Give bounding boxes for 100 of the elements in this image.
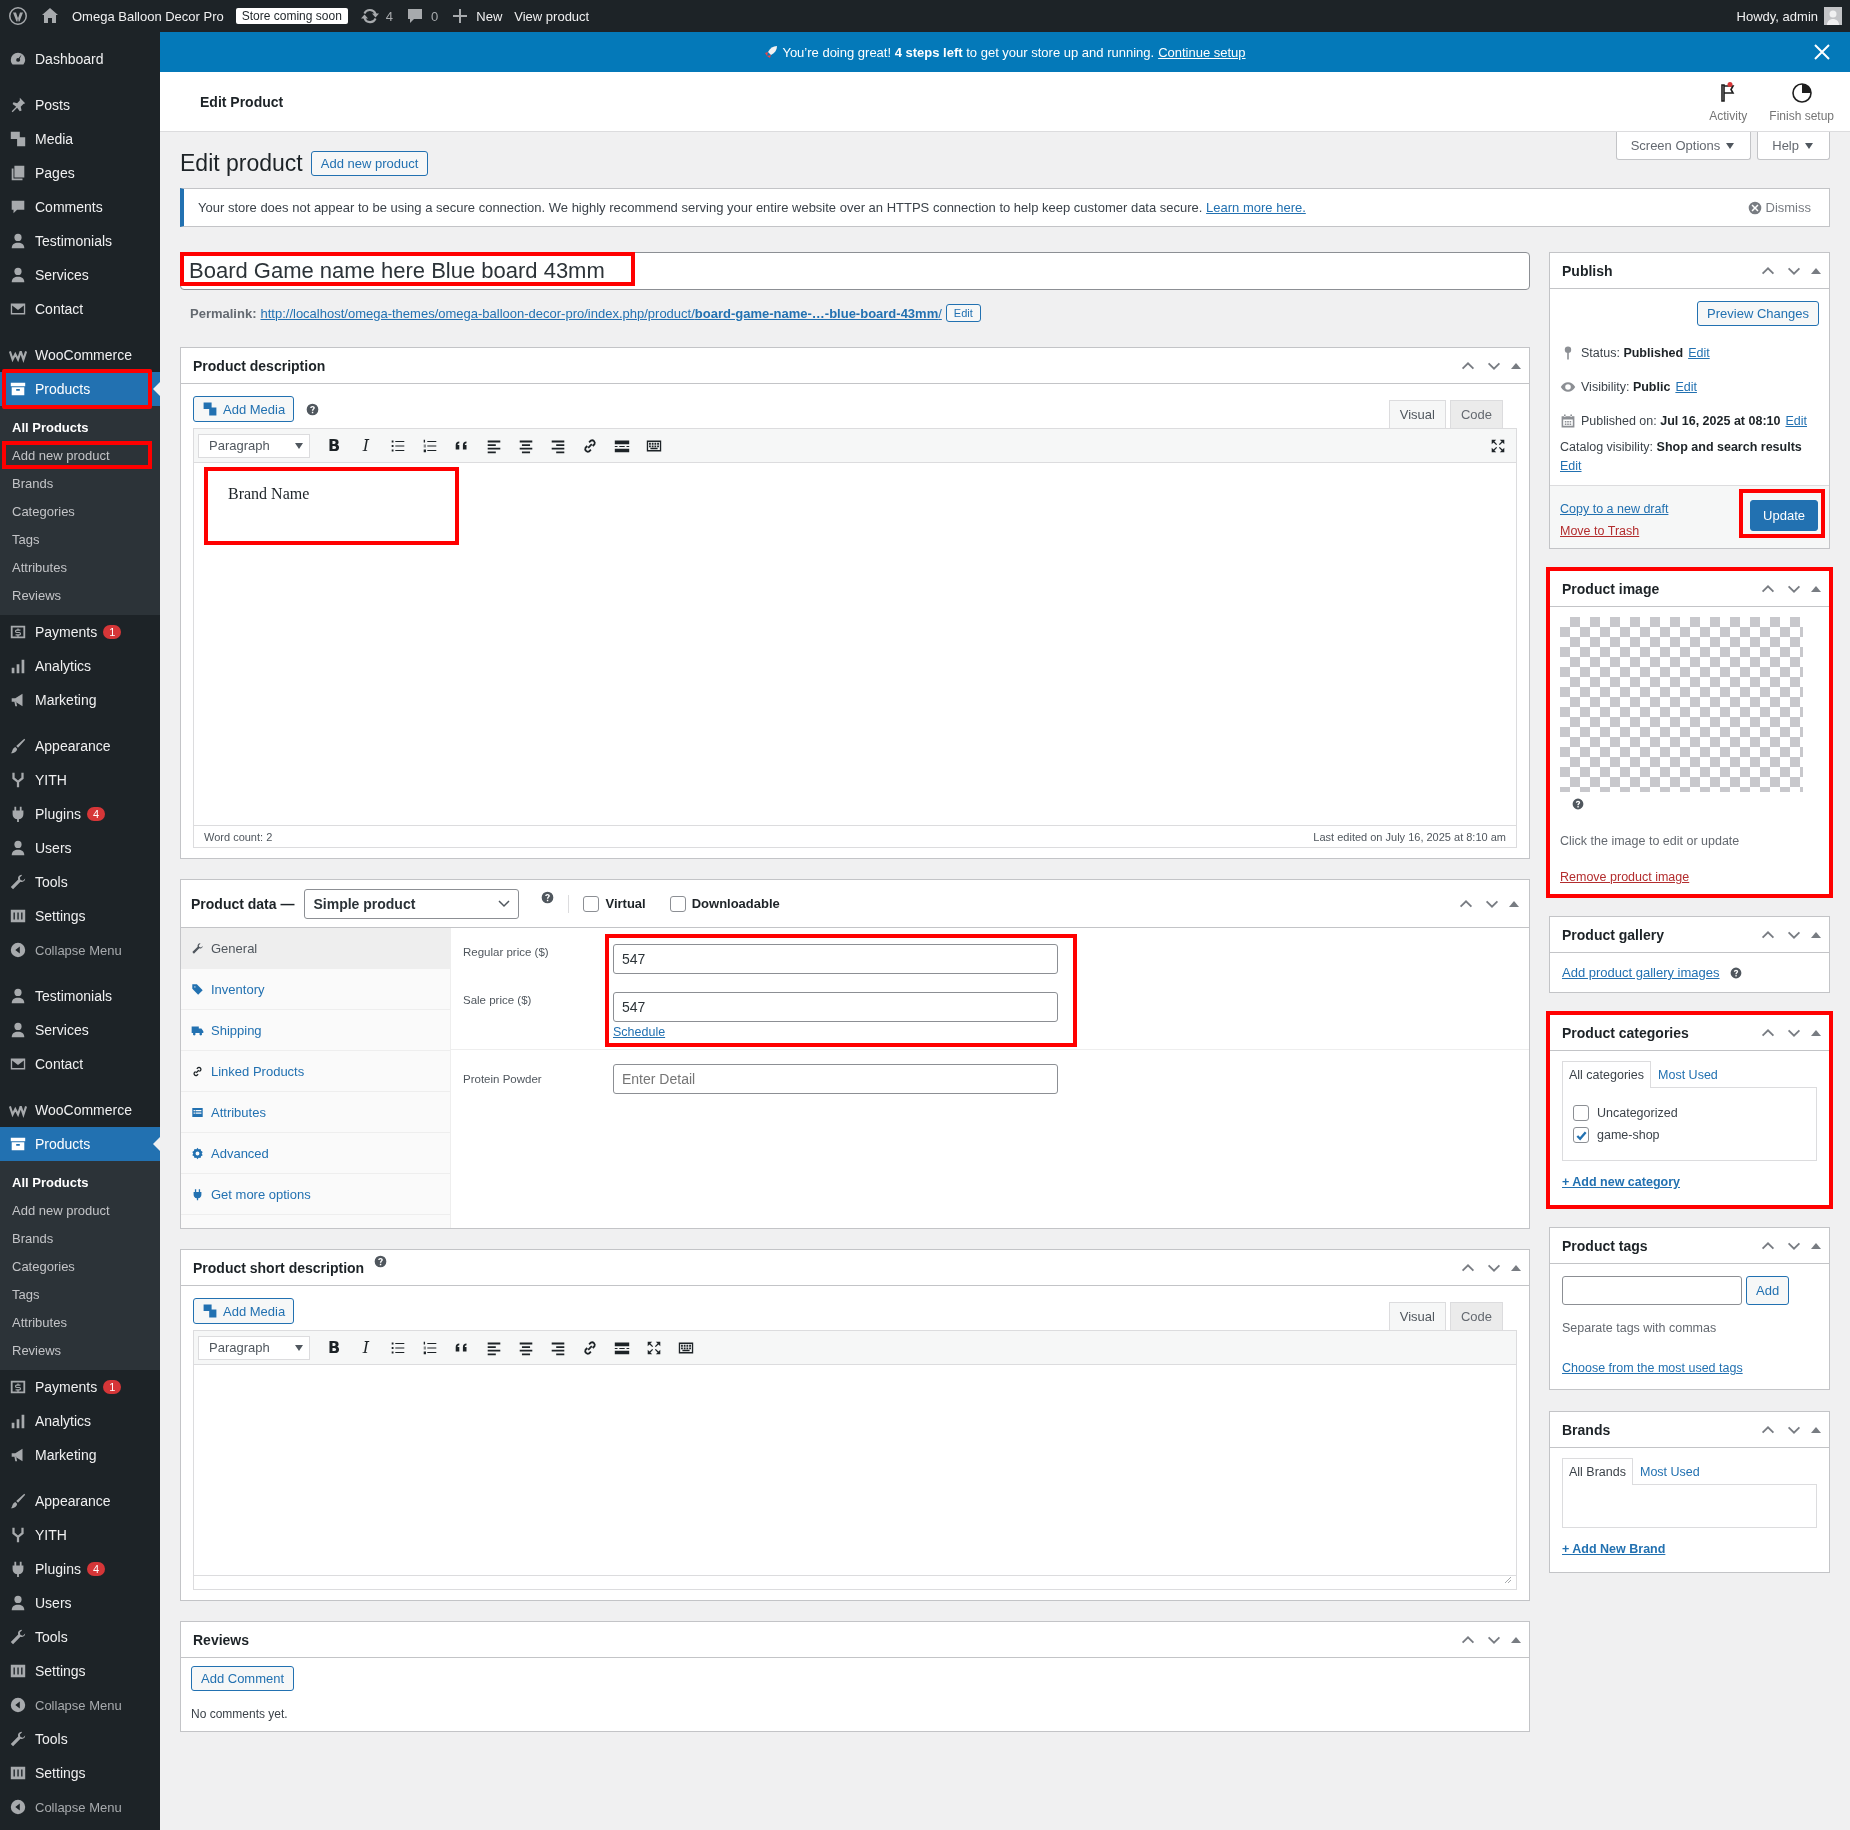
menu-item[interactable]: Contact <box>0 1047 160 1081</box>
menu-item[interactable]: Users <box>0 831 160 865</box>
price-input[interactable]: 547 <box>613 944 1058 974</box>
move-to-trash-link[interactable]: Move to Trash <box>1560 524 1669 538</box>
product-data-tab[interactable]: Inventory <box>181 969 450 1010</box>
menu-item[interactable]: Payments 1 <box>0 615 160 649</box>
menu-item[interactable]: Testimonials <box>0 979 160 1013</box>
add-category-link[interactable]: + Add new category <box>1562 1175 1680 1189</box>
menu-item[interactable]: Settings <box>0 1756 160 1790</box>
submenu-item[interactable]: Categories <box>0 1252 160 1280</box>
edit-link[interactable]: Edit <box>1675 380 1697 394</box>
editor-tab[interactable]: Code <box>1449 400 1503 428</box>
checkbox[interactable] <box>669 895 686 912</box>
product-data-tab[interactable]: Shipping <box>181 1010 450 1051</box>
menu-item[interactable]: Dashboard <box>0 42 160 76</box>
submenu-item[interactable]: All Products <box>0 413 160 441</box>
submenu-item[interactable]: Reviews <box>0 1336 160 1364</box>
menu-item[interactable]: YITH <box>0 763 160 797</box>
header-action-button[interactable]: Activity <box>1703 80 1754 123</box>
continue-setup-link[interactable]: Continue setup <box>1158 44 1246 60</box>
add-comment-button[interactable]: Add Comment <box>191 1666 295 1691</box>
submenu-item[interactable]: Tags <box>0 1280 160 1308</box>
add-media-button[interactable]: Add Media <box>193 1298 295 1324</box>
product-data-tab[interactable]: General <box>181 928 450 969</box>
submenu-item[interactable]: Add new product <box>0 1196 160 1224</box>
remove-image-link[interactable]: Remove product image <box>1560 870 1690 884</box>
add-tag-button[interactable]: Add <box>1746 1276 1790 1305</box>
edit-link[interactable]: Edit <box>1785 414 1807 428</box>
panel-tab[interactable]: All categories <box>1562 1061 1652 1088</box>
most-used-tags-link[interactable]: Choose from the most used tags <box>1562 1361 1743 1375</box>
menu-item[interactable]: Products <box>0 372 160 406</box>
menu-item[interactable]: Contact <box>0 292 160 326</box>
submenu-item[interactable]: Attributes <box>0 553 160 581</box>
panel-tab[interactable]: All Brands <box>1562 1458 1633 1485</box>
menu-item[interactable]: YITH <box>0 1518 160 1552</box>
submenu-item[interactable]: Add new product <box>0 441 160 469</box>
checkbox[interactable] <box>1573 1105 1589 1121</box>
menu-item[interactable]: Tools <box>0 865 160 899</box>
submenu-item[interactable]: Brands <box>0 469 160 497</box>
menu-item[interactable]: Marketing <box>0 683 160 717</box>
refresh-icon[interactable] <box>359 6 380 26</box>
submenu-item[interactable]: Attributes <box>0 1308 160 1336</box>
submenu-item[interactable]: Categories <box>0 497 160 525</box>
collapse-menu-button[interactable]: Collapse Menu <box>0 1790 160 1824</box>
menu-item[interactable]: Testimonials <box>0 224 160 258</box>
title-field[interactable]: Board Game name here Blue board 43mm <box>180 252 1530 290</box>
submenu-item[interactable]: Brands <box>0 1224 160 1252</box>
edit-link[interactable]: Edit <box>1560 459 1582 473</box>
checkbox[interactable] <box>1573 1127 1589 1143</box>
italic-button[interactable]: I <box>352 431 380 460</box>
menu-item[interactable]: Comments <box>0 190 160 224</box>
menu-item[interactable]: Services <box>0 1013 160 1047</box>
menu-item[interactable]: Appearance <box>0 729 160 763</box>
menu-item[interactable]: Tools <box>0 1620 160 1654</box>
resize-grip-icon[interactable] <box>1504 1576 1512 1584</box>
tag-input[interactable] <box>1562 1276 1742 1305</box>
menu-item[interactable]: Plugins 4 <box>0 797 160 831</box>
menu-item[interactable]: Pages <box>0 156 160 190</box>
price-input[interactable]: 547 <box>613 992 1058 1022</box>
editor-content[interactable]: Brand Name <box>194 463 1516 825</box>
add-media-button[interactable]: Add Media <box>193 396 295 422</box>
menu-item[interactable]: Analytics <box>0 649 160 683</box>
add-gallery-images-link[interactable]: Add product gallery images <box>1562 965 1720 980</box>
menu-item[interactable]: Payments 1 <box>0 1370 160 1404</box>
edit-link[interactable]: Edit <box>1688 346 1710 360</box>
product-type-select[interactable]: Simple product <box>304 888 520 919</box>
menu-item[interactable]: Settings <box>0 899 160 933</box>
format-select[interactable]: Paragraph <box>198 433 310 458</box>
product-data-tab[interactable]: Linked Products <box>181 1051 450 1092</box>
site-name-link[interactable]: Omega Balloon Decor Pro <box>72 8 224 24</box>
edit-permalink-button[interactable]: Edit <box>945 304 981 322</box>
menu-item[interactable]: Posts <box>0 88 160 122</box>
close-icon[interactable] <box>1812 42 1832 62</box>
new-link[interactable]: New <box>476 8 503 24</box>
add-new-product-button[interactable]: Add new product <box>310 151 429 176</box>
editor-tab[interactable]: Visual <box>1388 1302 1446 1330</box>
text-input[interactable]: Enter Detail <box>613 1064 1058 1094</box>
screen-meta-tab[interactable]: Help <box>1757 132 1830 160</box>
view-product-link[interactable]: View product <box>514 8 590 24</box>
menu-item[interactable]: Plugins 4 <box>0 1552 160 1586</box>
product-data-tab[interactable]: Attributes <box>181 1092 450 1133</box>
submenu-item[interactable]: Reviews <box>0 581 160 609</box>
add-brand-link[interactable]: + Add New Brand <box>1562 1542 1666 1556</box>
collapse-menu-button[interactable]: Collapse Menu <box>0 933 160 967</box>
menu-item[interactable]: Media <box>0 122 160 156</box>
editor-tab[interactable]: Visual <box>1388 400 1446 428</box>
bold-button[interactable]: B <box>320 431 348 460</box>
menu-item[interactable]: Appearance <box>0 1484 160 1518</box>
checkbox[interactable] <box>583 895 600 912</box>
menu-item[interactable]: Marketing <box>0 1438 160 1472</box>
submenu-item[interactable]: Tags <box>0 525 160 553</box>
bold-button[interactable]: B <box>320 1333 348 1362</box>
menu-item[interactable]: Users <box>0 1586 160 1620</box>
product-data-tab[interactable]: Advanced <box>181 1133 450 1174</box>
dismiss-button[interactable]: Dismiss <box>1741 199 1817 216</box>
menu-item[interactable]: Products <box>0 1127 160 1161</box>
menu-item[interactable]: WooCommerce <box>0 1093 160 1127</box>
collapse-menu-button[interactable]: Collapse Menu <box>0 1688 160 1722</box>
submenu-item[interactable]: All Products <box>0 1168 160 1196</box>
panel-tab[interactable]: Most Used <box>1633 1458 1707 1485</box>
